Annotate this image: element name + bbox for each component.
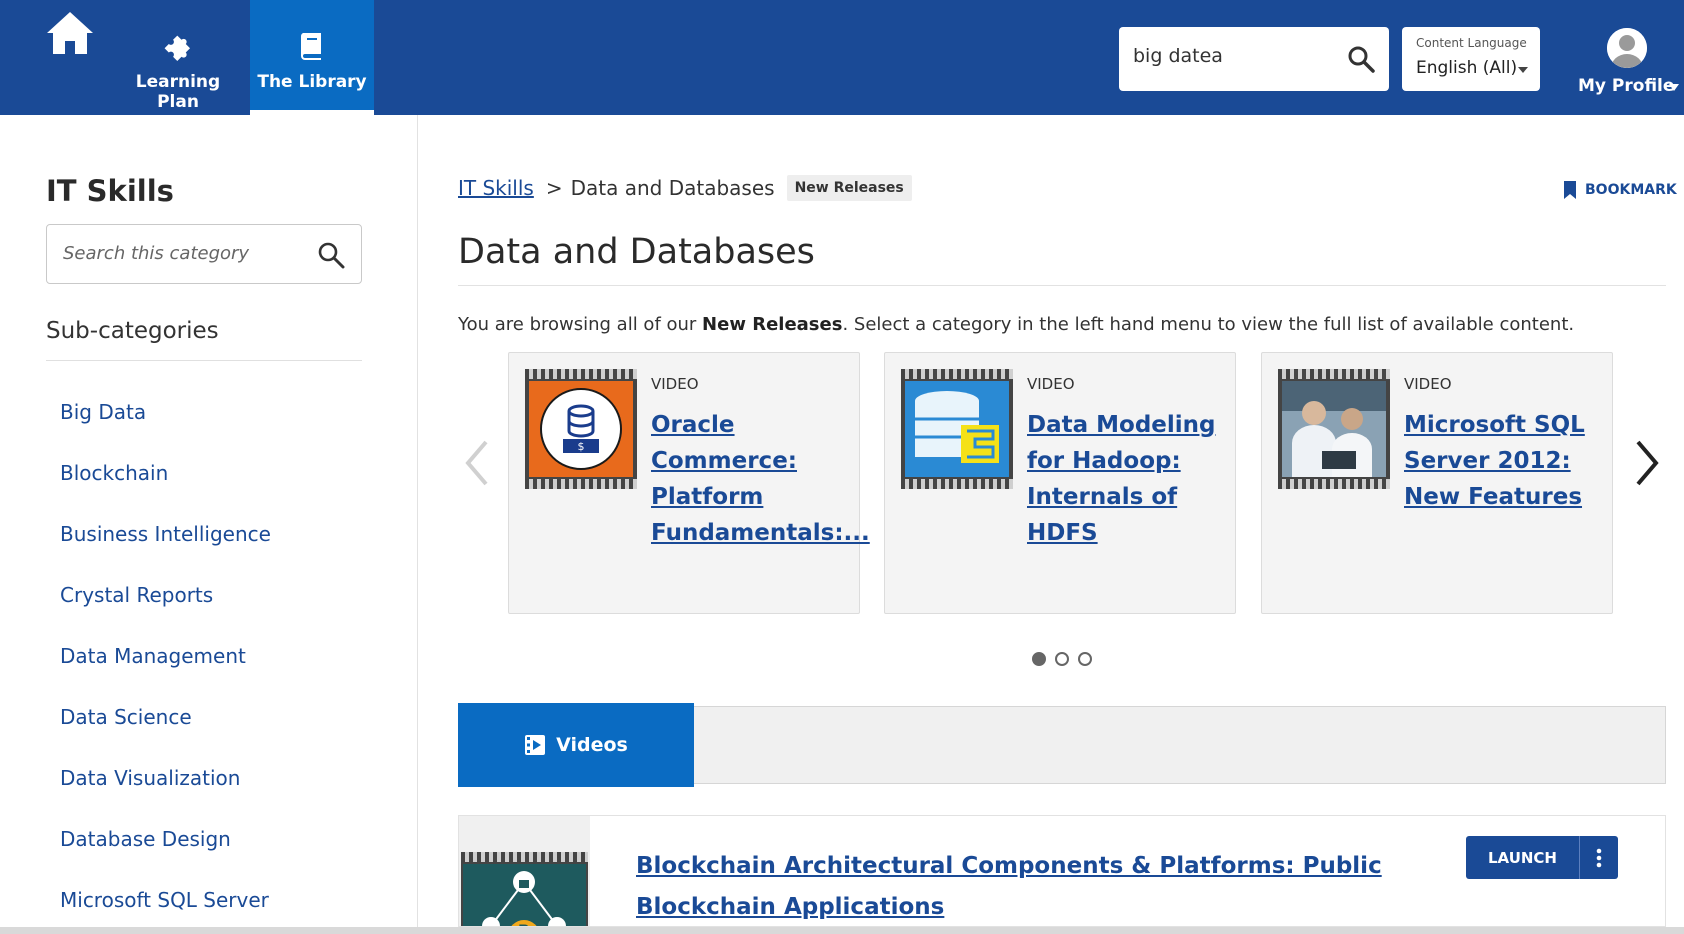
subcategory-list: Big Data Blockchain Business Intelligenc… <box>60 400 271 934</box>
course-thumbnail[interactable]: B <box>459 816 590 926</box>
sidebar-item-data-visualization[interactable]: Data Visualization <box>60 766 271 827</box>
course-title-link[interactable]: Microsoft SQL Server 2012: New Features <box>1404 407 1599 515</box>
course-thumbnail[interactable] <box>1278 369 1390 489</box>
intro-text-start: You are browsing all of our <box>458 314 703 335</box>
database-money-icon: $ <box>540 388 622 470</box>
sidebar-item-crystal-reports[interactable]: Crystal Reports <box>60 583 271 644</box>
carousel-dot-1[interactable] <box>1032 652 1046 666</box>
course-title-link[interactable]: Data Modeling for Hadoop: Internals of H… <box>1027 407 1222 551</box>
more-vertical-icon <box>1596 848 1602 867</box>
divider <box>458 285 1666 286</box>
horizontal-scrollbar[interactable] <box>0 927 1684 934</box>
course-title-link[interactable]: Blockchain Architectural Components & Pl… <box>636 846 1396 926</box>
intro-text-bold: New Releases <box>702 314 843 335</box>
carousel-prev-button[interactable] <box>462 438 492 488</box>
course-thumbnail[interactable]: $ <box>525 369 637 489</box>
page-title: Data and Databases <box>458 232 815 272</box>
sidebar-divider <box>417 115 418 927</box>
intro-text: You are browsing all of our New Releases… <box>458 314 1574 335</box>
carousel-card: VIDEO Data Modeling for Hadoop: Internal… <box>884 352 1236 614</box>
course-thumbnail[interactable] <box>901 369 1013 489</box>
bookmark-button[interactable]: BOOKMARK <box>1563 180 1677 200</box>
global-search-input[interactable] <box>1133 45 1333 67</box>
sidebar-item-data-management[interactable]: Data Management <box>60 644 271 705</box>
bookmark-icon <box>1564 181 1576 199</box>
course-title-link[interactable]: Oracle Commerce: Platform Fundamentals:.… <box>651 407 870 551</box>
bookmark-label: BOOKMARK <box>1585 182 1677 198</box>
database-icon <box>905 381 1009 477</box>
category-search-input[interactable] <box>63 243 293 264</box>
global-search <box>1119 27 1389 91</box>
chevron-down-icon <box>1518 67 1528 73</box>
search-icon[interactable] <box>317 241 345 269</box>
carousel-card: VIDEO Microsoft SQL Server 2012: New Fea… <box>1261 352 1613 614</box>
carousel-card: $ VIDEO Oracle Commerce: Platform Fundam… <box>508 352 870 614</box>
content-type-label: VIDEO <box>1404 375 1452 393</box>
content-language-value: English (All) <box>1416 58 1518 78</box>
launch-button-group: LAUNCH <box>1466 836 1618 879</box>
category-search <box>46 224 362 284</box>
more-options-button[interactable] <box>1580 836 1618 879</box>
launch-button[interactable]: LAUNCH <box>1466 836 1580 879</box>
my-profile-label: My Profile <box>1578 76 1675 96</box>
carousel-pagination <box>1032 652 1092 666</box>
people-photo <box>1282 381 1386 477</box>
top-navigation-bar: Learning Plan The Library Content Langua… <box>0 0 1684 115</box>
tab-videos[interactable]: Videos <box>458 703 694 787</box>
breadcrumb-link-it-skills[interactable]: IT Skills <box>458 176 534 200</box>
carousel-dot-2[interactable] <box>1055 652 1069 666</box>
content-type-label: VIDEO <box>1027 375 1075 393</box>
list-item: B Blockchain Architectural Components & … <box>458 815 1666 927</box>
breadcrumb-current: Data and Databases <box>570 176 775 200</box>
subcategories-heading: Sub-categories <box>46 318 219 344</box>
sidebar-item-data-science[interactable]: Data Science <box>60 705 271 766</box>
avatar <box>1607 28 1647 68</box>
home-icon[interactable] <box>44 8 96 60</box>
carousel-next-button[interactable] <box>1632 438 1662 488</box>
content-language-select[interactable]: Content Language English (All) <box>1402 27 1540 91</box>
content-language-caption: Content Language <box>1416 36 1527 50</box>
caret-down-icon <box>1669 84 1679 91</box>
status-badge: New Releases <box>786 175 912 201</box>
intro-text-end: . Select a category in the left hand men… <box>842 314 1575 335</box>
sidebar-item-blockchain[interactable]: Blockchain <box>60 461 271 522</box>
sidebar-item-business-intelligence[interactable]: Business Intelligence <box>60 522 271 583</box>
active-tab-indicator <box>250 110 374 115</box>
svg-text:$: $ <box>578 440 585 453</box>
search-icon[interactable] <box>1347 45 1375 73</box>
carousel-dot-3[interactable] <box>1078 652 1092 666</box>
chevron-right-icon <box>1636 440 1659 486</box>
sidebar-item-big-data[interactable]: Big Data <box>60 400 271 461</box>
blockchain-icon: B <box>463 864 586 926</box>
chevron-left-icon <box>465 440 488 486</box>
sidebar-title: IT Skills <box>46 174 174 208</box>
breadcrumb-separator: > <box>545 176 563 200</box>
puzzle-icon <box>116 30 240 62</box>
tab-videos-label: Videos <box>556 734 628 756</box>
nav-learning-plan-label: Learning Plan <box>135 72 221 112</box>
nav-the-library[interactable]: The Library <box>250 0 374 115</box>
book-icon <box>250 30 374 60</box>
video-icon <box>525 735 546 755</box>
nav-the-library-label: The Library <box>257 72 367 92</box>
nav-learning-plan[interactable]: Learning Plan <box>116 0 240 115</box>
divider <box>46 360 362 361</box>
my-profile-menu[interactable]: My Profile <box>1570 24 1684 104</box>
breadcrumb: IT Skills > Data and Databases New Relea… <box>458 175 912 201</box>
sidebar-item-database-design[interactable]: Database Design <box>60 827 271 888</box>
content-type-label: VIDEO <box>651 375 699 393</box>
